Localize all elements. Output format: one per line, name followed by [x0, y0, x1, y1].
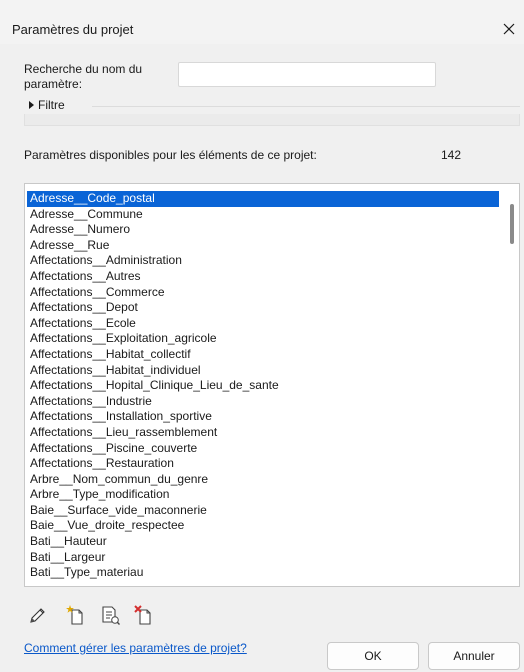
parameter-list-item[interactable]: Bati__Type_materiau	[27, 565, 499, 581]
filter-section: Filtre	[24, 98, 520, 113]
parameter-list-item[interactable]: Affectations__Industrie	[27, 394, 499, 410]
edit-parameters-button[interactable]	[98, 603, 122, 627]
expand-arrow-icon[interactable]	[29, 101, 34, 109]
ok-button[interactable]: OK	[327, 642, 419, 670]
parameter-list-item[interactable]: Adresse__Numero	[27, 222, 499, 238]
parameter-list-item[interactable]: Affectations__Exploitation_agricole	[27, 331, 499, 347]
filter-panel	[24, 114, 520, 126]
available-parameters-count: 142	[441, 148, 462, 162]
parameter-list-item[interactable]: Affectations__Habitat_collectif	[27, 347, 499, 363]
parameter-list-item[interactable]: Affectations__Piscine_couverte	[27, 441, 499, 457]
scrollbar-thumb[interactable]	[510, 204, 514, 244]
parameter-list-item[interactable]: Affectations__Installation_sportive	[27, 409, 499, 425]
edit-parameters-icon	[102, 606, 120, 625]
new-parameter-button[interactable]	[64, 603, 88, 627]
close-icon	[503, 23, 515, 35]
parameter-list-item[interactable]: Bati__Largeur	[27, 550, 499, 566]
dialog-title: Paramètres du projet	[12, 22, 134, 37]
parameter-list-item[interactable]: Bati__Hauteur	[27, 534, 499, 550]
available-parameters-label: Paramètres disponibles pour les éléments…	[24, 148, 317, 162]
parameter-list-item[interactable]: Adresse__Rue	[27, 238, 499, 254]
edit-parameter-button[interactable]	[26, 603, 50, 627]
delete-parameter-button[interactable]	[132, 603, 156, 627]
cancel-button[interactable]: Annuler	[428, 642, 520, 670]
new-parameter-icon	[66, 605, 83, 625]
delete-parameter-icon	[134, 605, 151, 625]
parameter-list-item[interactable]: Affectations__Lieu_rassemblement	[27, 425, 499, 441]
pencil-icon	[30, 608, 45, 623]
parameter-list-item[interactable]: Arbre__Nom_commun_du_genre	[27, 472, 499, 488]
parameter-list-item[interactable]: Affectations__Habitat_individuel	[27, 363, 499, 379]
parameter-list-item[interactable]: Affectations__Administration	[27, 253, 499, 269]
parameter-list[interactable]: Adresse__Code_postal Adresse__Commune Adre…	[24, 183, 520, 587]
parameter-list-item[interactable]: Affectations__Depot	[27, 300, 499, 316]
parameter-list-items: Adresse__Code_postal Adresse__Commune Adre…	[27, 191, 499, 581]
filter-label[interactable]: Filtre	[38, 98, 65, 112]
parameter-list-item[interactable]: Affectations__Commerce	[27, 285, 499, 301]
parameter-list-item[interactable]: Adresse__Commune	[27, 207, 499, 223]
parameter-list-item[interactable]: Affectations__Autres	[27, 269, 499, 285]
parameter-list-item[interactable]: Affectations__Restauration	[27, 456, 499, 472]
parameter-list-item[interactable]: Arbre__Type_modification	[27, 487, 499, 503]
search-input[interactable]	[178, 62, 436, 87]
parameter-list-item[interactable]: Affectations__Hopital_Clinique_Lieu_de_s…	[27, 378, 499, 394]
parameter-list-item[interactable]: Affectations__Ecole	[27, 316, 499, 332]
filter-divider	[92, 106, 520, 107]
parameter-list-item[interactable]: Baie__Vue_droite_respectee	[27, 518, 499, 534]
parameter-list-item[interactable]: Adresse__Code_postal	[27, 191, 499, 207]
title-bar: Paramètres du projet	[0, 0, 524, 44]
close-button[interactable]	[498, 18, 520, 40]
help-link[interactable]: Comment gérer les paramètres de projet?	[24, 641, 254, 655]
parameter-list-item[interactable]: Baie__Surface_vide_maconnerie	[27, 503, 499, 519]
search-label: Recherche du nom du paramètre:	[24, 62, 143, 91]
